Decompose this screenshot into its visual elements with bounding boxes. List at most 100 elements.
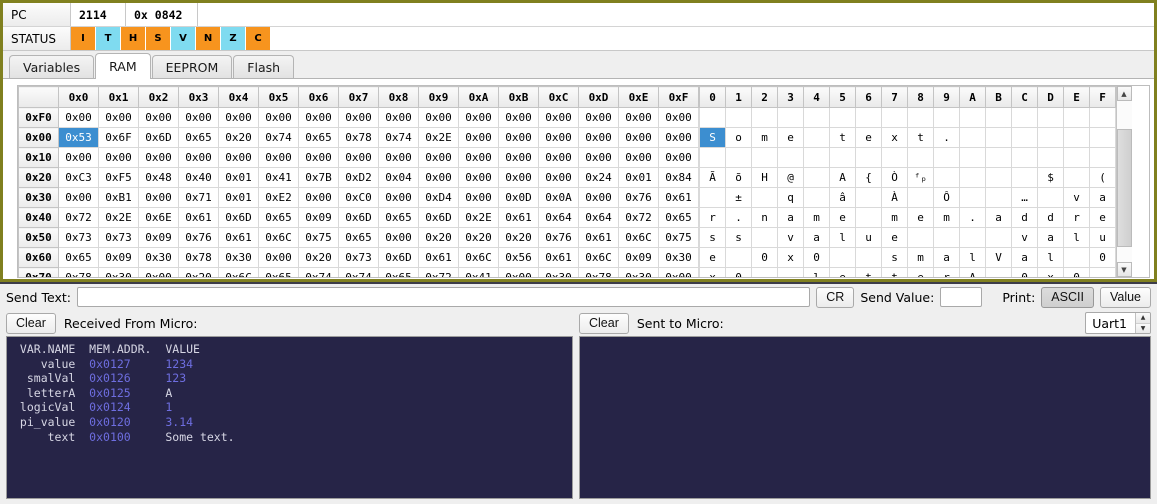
hex-cell[interactable]: 0x65 [298,127,339,148]
hex-cell[interactable]: 0x20 [458,227,499,248]
ascii-cell[interactable]: v [1011,227,1038,248]
hex-cell[interactable]: 0x00 [618,147,659,168]
ascii-cell[interactable]: À [881,187,908,208]
hex-cell[interactable]: 0x00 [378,147,419,168]
table-row[interactable]: 0x50 0x73 0x73 0x09 0x76 0x61 0x6C 0x75 0x65 0x00… [18,227,699,248]
ascii-cell[interactable]: t [855,267,882,277]
hex-cell[interactable]: 0x73 [338,247,379,268]
ascii-cell[interactable] [985,167,1012,188]
hex-cell[interactable]: 0x65 [258,207,299,228]
ascii-cell[interactable] [855,247,882,268]
ascii-cell[interactable]: v [1063,187,1090,208]
ascii-cell[interactable]: e [1089,207,1116,228]
ascii-cell[interactable]: e [907,207,934,228]
ascii-cell[interactable]: d [1037,207,1064,228]
table-row[interactable]: 0x70 0x78 0x30 0x00 0x20 0x6C 0x65 0x74 0x74 0x65… [18,267,699,277]
status-flag-i[interactable]: I [71,27,96,50]
tab-eeprom[interactable]: EEPROM [151,55,233,78]
ascii-cell[interactable]: ( [1089,167,1116,188]
hex-cell[interactable]: 0x20 [418,227,459,248]
ascii-cell[interactable] [933,147,960,168]
ascii-cell[interactable]: s [725,227,752,248]
ascii-cell[interactable]: s [881,247,908,268]
ascii-cell[interactable] [985,187,1012,208]
hex-cell[interactable]: 0x00 [618,127,659,148]
ascii-cell[interactable]: 0 [751,247,778,268]
ascii-cell[interactable] [959,187,986,208]
ascii-cell[interactable] [829,247,856,268]
hex-cell[interactable]: 0xC3 [58,167,99,188]
hex-cell[interactable]: 0x00 [58,187,99,208]
ascii-cell[interactable] [725,107,752,128]
ascii-cell[interactable] [907,107,934,128]
hex-cell[interactable]: 0x00 [658,107,699,128]
ascii-cell[interactable] [959,107,986,128]
print-ascii-button[interactable]: ASCII [1041,286,1094,308]
table-row[interactable]: 0x60e0x0smalVal0 [699,247,1116,268]
uart-spinner-buttons[interactable]: ▲ ▼ [1135,313,1150,333]
ascii-cell[interactable]: 0 [1011,267,1038,277]
hex-table[interactable]: 0x0 0x1 0x2 0x3 0x4 0x5 0x6 0x7 0x8 0x9 0xA 0xB 0xC 0… [18,86,699,277]
ascii-cell[interactable]: a [803,227,830,248]
tab-flash[interactable]: Flash [233,55,295,78]
hex-cell[interactable]: 0x00 [578,127,619,148]
ascii-cell[interactable]: l [1037,247,1064,268]
hex-cell[interactable]: 0x75 [658,227,699,248]
ascii-cell[interactable] [985,227,1012,248]
hex-cell[interactable]: 0x00 [178,107,219,128]
hex-cell[interactable]: 0x00 [458,127,499,148]
hex-cell[interactable]: 0x00 [498,167,539,188]
ascii-cell[interactable]: l [829,227,856,248]
ascii-cell[interactable]: a [933,247,960,268]
ascii-cell[interactable] [803,127,830,148]
hex-cell[interactable]: 0x64 [578,207,619,228]
hex-cell[interactable]: 0xC0 [338,187,379,208]
scroll-down-icon[interactable]: ▼ [1116,262,1132,277]
ascii-cell[interactable] [959,147,986,168]
hex-cell[interactable]: 0x04 [378,167,419,188]
table-row[interactable]: 0x20 0xC3 0xF5 0x48 0x40 0x01 0x41 0x7B 0xD2 0x04… [18,167,699,188]
ascii-cell[interactable] [1063,147,1090,168]
ascii-cell[interactable]: a [1011,247,1038,268]
hex-cell[interactable]: 0x00 [498,107,539,128]
hex-cell[interactable]: 0x74 [298,267,339,277]
hex-cell[interactable]: 0x6F [98,127,139,148]
ascii-cell[interactable] [907,187,934,208]
table-row[interactable]: 0x30±qâÀÔ…va [699,187,1116,208]
hex-cell[interactable]: 0x78 [58,267,99,277]
hex-cell[interactable]: 0x00 [298,147,339,168]
ascii-cell[interactable]: e [907,267,934,277]
hex-cell[interactable]: 0x41 [458,267,499,277]
table-row[interactable]: 0x30 0x00 0xB1 0x00 0x71 0x01 0xE2 0x00 0xC0 0x00… [18,187,699,208]
ascii-cell[interactable] [985,127,1012,148]
hex-cell[interactable]: 0x00 [218,147,259,168]
ascii-cell[interactable] [959,127,986,148]
hex-cell[interactable]: 0x09 [98,247,139,268]
hex-cell[interactable]: 0xE2 [258,187,299,208]
hex-cell[interactable]: 0x30 [658,247,699,268]
hex-cell[interactable]: 0x00 [378,187,419,208]
hex-cell[interactable]: 0x00 [418,107,459,128]
hex-cell[interactable]: 0x01 [618,167,659,188]
hex-cell[interactable]: 0x00 [138,187,179,208]
hex-cell[interactable]: 0x65 [258,267,299,277]
hex-cell[interactable]: 0x00 [418,147,459,168]
hex-cell[interactable]: 0x20 [298,247,339,268]
ascii-cell[interactable]: { [855,167,882,188]
status-flag-n[interactable]: N [196,27,221,50]
status-flag-v[interactable]: V [171,27,196,50]
hex-cell[interactable]: 0x01 [218,187,259,208]
hex-cell[interactable]: 0x6D [378,247,419,268]
spinner-up-icon[interactable]: ▲ [1136,313,1150,324]
ascii-cell[interactable]: Ò [881,167,908,188]
hex-cell[interactable]: 0x09 [138,227,179,248]
hex-cell[interactable]: 0x01 [218,167,259,188]
hex-cell[interactable]: 0x30 [538,267,579,277]
status-flag-z[interactable]: Z [221,27,246,50]
received-terminal[interactable]: VAR.NAME MEM.ADDR. VALUE value 0x0127 12… [6,336,573,499]
hex-cell[interactable]: 0x30 [218,247,259,268]
ascii-cell[interactable] [855,187,882,208]
ascii-cell[interactable]: u [855,227,882,248]
ascii-cell[interactable]: a [1089,187,1116,208]
ascii-cell[interactable] [1011,147,1038,168]
